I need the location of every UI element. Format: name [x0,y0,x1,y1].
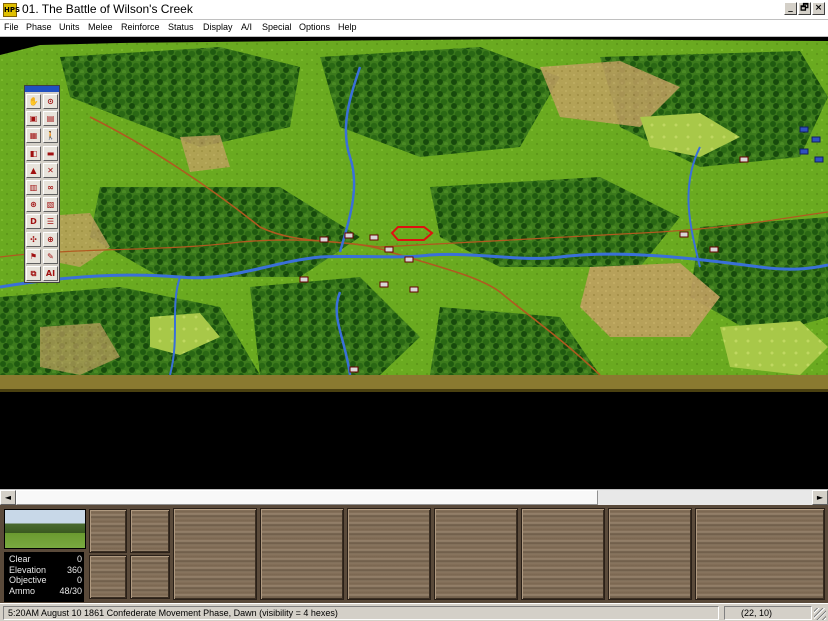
unit-stack-icon[interactable]: ▣ [26,111,41,127]
reinforce-icon[interactable]: ✎ [43,248,58,264]
menu-units[interactable]: Units [59,22,80,32]
compass-icon[interactable]: ✣ [26,231,41,247]
map-edge-front [0,375,828,389]
unit-slot[interactable] [608,508,692,600]
ai-icon[interactable]: AI [43,266,58,281]
fire-icon[interactable]: ⊛ [26,197,41,213]
terrain-icon[interactable]: ▬ [43,145,58,161]
menu-status[interactable]: Status [168,22,194,32]
horizontal-scrollbar[interactable]: ◄ ► [0,489,828,505]
hex-terrain-map[interactable] [0,37,828,489]
menu-options[interactable]: Options [299,22,330,32]
menu-display[interactable]: Display [203,22,233,32]
hex-coordinates: (22, 10) [724,606,812,620]
menu-phase[interactable]: Phase [26,22,52,32]
terrain-info-value: 0 [76,554,82,564]
unit-slot[interactable] [130,509,170,553]
terrain-info-value: 48/30 [59,585,82,596]
palette-caption[interactable] [25,86,59,92]
unit-slot[interactable] [521,508,605,600]
battle-map[interactable]: ✋ ⊙ ▣ ▤ ▦ 🚶 ◧ ▬ ▲ ✕ ▥ ∞ ⊛ ▧ D ☰ ✣ ⊕ ⚑ ✎ ⧉ AI [0,37,828,489]
window-title: 01. The Battle of Wilson's Creek [22,2,193,16]
terrain-info-value: 0 [76,575,82,585]
terrain-info-row: Objective 0 [9,575,82,586]
toggle-map-icon[interactable]: ◧ [26,145,41,161]
map-edge-shadow [0,389,828,392]
menu-reinforce[interactable]: Reinforce [121,22,160,32]
terrain-info-label: Objective [9,575,47,585]
restore-button[interactable]: 🗗 [798,2,811,15]
terrain-info-label: Ammo [9,585,36,596]
unit-slot[interactable] [89,555,127,599]
resize-grip[interactable] [814,608,826,620]
close-button[interactable]: × [812,2,825,15]
unit-slot[interactable] [130,555,170,599]
terrain-info-label: Elevation [9,564,47,575]
unit-slot[interactable] [260,508,344,600]
unit-info-icon[interactable]: ▦ [26,128,41,144]
stack-icon[interactable]: ⧉ [26,266,41,281]
scroll-thumb[interactable] [16,490,598,505]
target-icon[interactable]: ⊕ [43,231,58,247]
binoculars-icon[interactable]: ∞ [43,180,58,195]
artillery-icon[interactable]: ✕ [43,162,58,178]
unit-info-panel: Clear 0 Elevation 360 Objective 0 Ammo 48/30 [0,505,828,603]
soldier-icon[interactable]: 🚶 [43,128,58,144]
unit-slot[interactable] [347,508,431,600]
scroll-left-button[interactable]: ◄ [0,490,16,505]
flag-icon[interactable]: ⚑ [26,248,41,264]
terrain-info-label: Clear [9,554,31,564]
menu-bar: File Phase Units Melee Reinforce Status … [0,20,828,37]
status-message: 5:20AM August 10 1861 Confederate Moveme… [3,606,719,620]
move-tool-icon[interactable]: ✋ [26,94,41,109]
hierarchy-icon[interactable]: ▲ [26,162,41,178]
unit-slot[interactable] [173,508,257,600]
tool-palette[interactable]: ✋ ⊙ ▣ ▤ ▦ 🚶 ◧ ▬ ▲ ✕ ▥ ∞ ⊛ ▧ D ☰ ✣ ⊕ ⚑ ✎ ⧉ AI [24,85,60,283]
menu-melee[interactable]: Melee [88,22,113,32]
unit-slot[interactable] [695,508,825,600]
unit-slot[interactable] [89,509,127,553]
terrain-info-value: 360 [66,564,82,575]
unit-slot[interactable] [434,508,518,600]
formation-icon[interactable]: ▥ [26,180,41,195]
menu-help[interactable]: Help [338,22,357,32]
menu-ai[interactable]: A/I [241,22,252,32]
defend-icon[interactable]: D [26,214,41,230]
title-bar: HPS 01. The Battle of Wilson's Creek _ 🗗… [0,0,828,20]
scroll-right-button[interactable]: ► [812,490,828,505]
look-tool-icon[interactable]: ⊙ [43,94,58,109]
terrain-info-row: Clear 0 [9,554,82,565]
status-bar: 5:20AM August 10 1861 Confederate Moveme… [0,603,828,621]
terrain-preview-image [4,509,86,549]
menu-special[interactable]: Special [262,22,292,32]
unit-list-icon[interactable]: ☰ [43,214,58,230]
terrain-info-row: Elevation 360 [9,565,82,576]
terrain-info-row: Ammo 48/30 [9,586,82,597]
app-icon[interactable]: HPS [3,3,20,17]
menu-file[interactable]: File [4,22,19,32]
minimize-button[interactable]: _ [784,2,797,15]
melee-icon[interactable]: ▧ [43,197,58,213]
next-unit-icon[interactable]: ▤ [43,111,58,127]
terrain-info-box: Clear 0 Elevation 360 Objective 0 Ammo 48/30 [4,552,84,602]
